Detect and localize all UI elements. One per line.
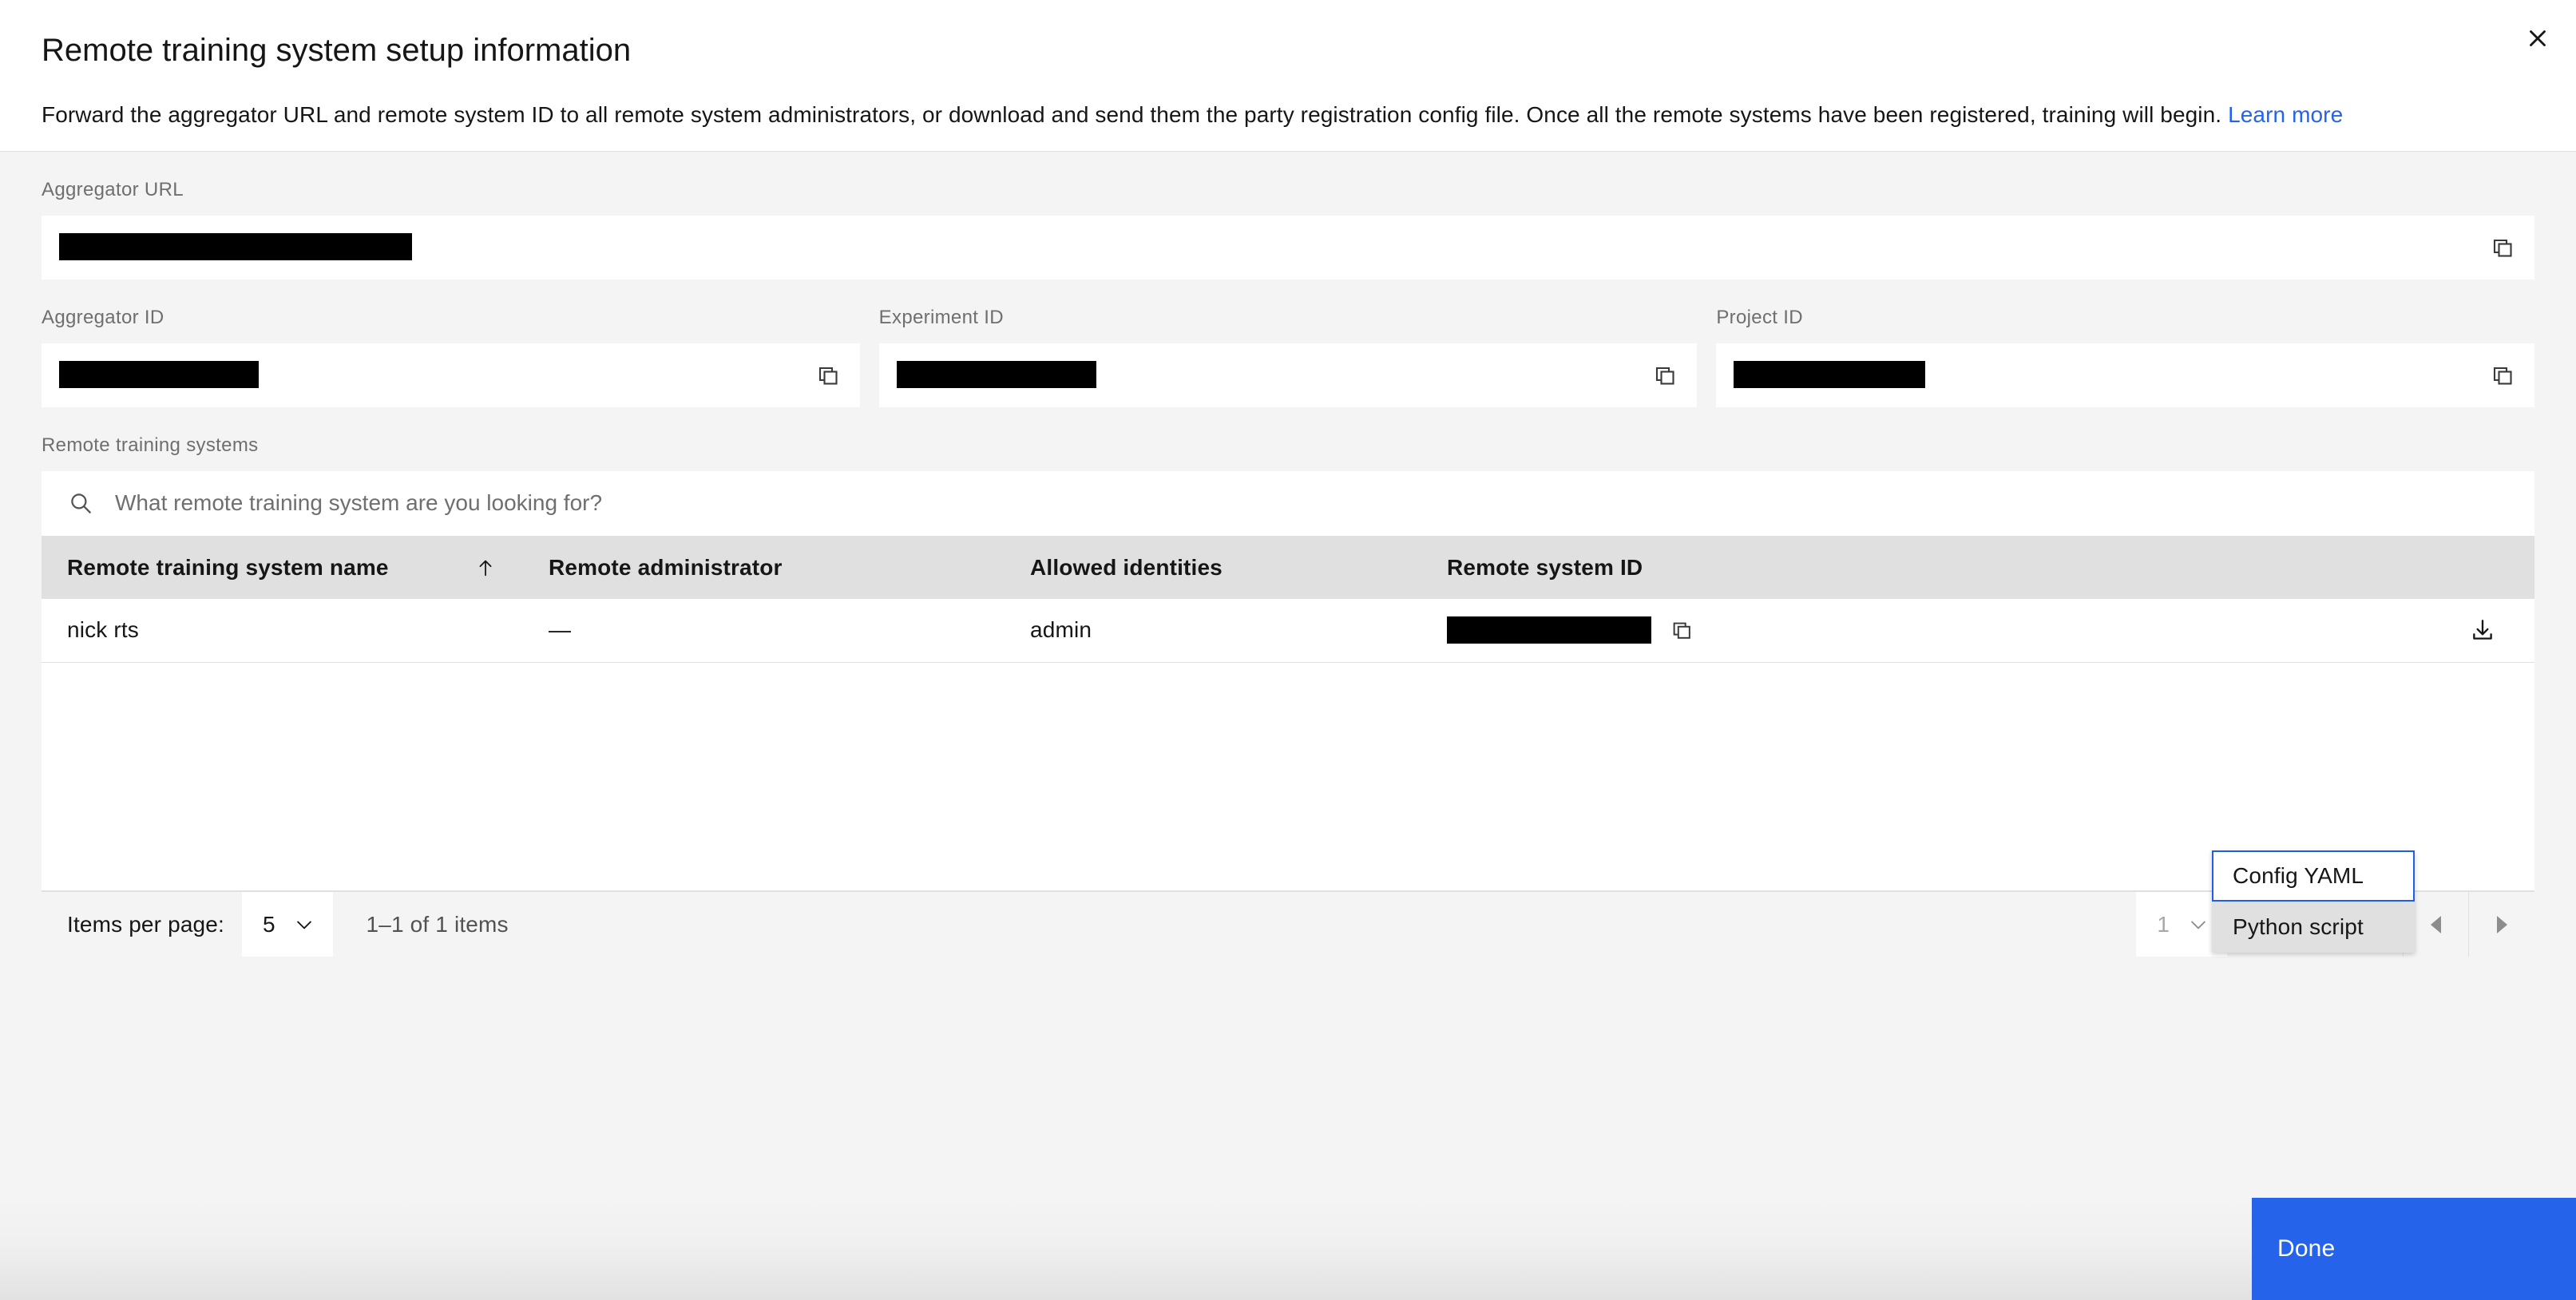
aggregator-id-column: Aggregator ID (42, 279, 860, 407)
pagination-left: Items per page: 5 1–1 of 1 items (42, 892, 509, 957)
column-header-name-label: Remote training system name (67, 554, 389, 580)
done-button[interactable]: Done (2252, 1198, 2576, 1300)
download-icon (2473, 620, 2492, 640)
chevron-down-icon (296, 921, 311, 929)
modal-description: Forward the aggregator URL and remote sy… (0, 99, 2576, 130)
caret-right-icon (2496, 915, 2507, 933)
copy-icon (1656, 367, 1674, 385)
learn-more-link[interactable]: Learn more (2228, 102, 2343, 127)
id-fields-row: Aggregator ID Experiment ID Project ID (42, 279, 2535, 407)
aggregator-id-redacted-value (59, 361, 259, 389)
copy-icon (2493, 367, 2512, 385)
modal-description-text: Forward the aggregator URL and remote sy… (42, 102, 2222, 127)
remote-training-setup-modal: Remote training system setup information… (0, 0, 2576, 1300)
experiment-id-label: Experiment ID (878, 306, 1004, 328)
items-per-page-label: Items per page: (67, 911, 224, 937)
download-button[interactable] (2456, 604, 2509, 657)
search-bar[interactable] (42, 470, 2534, 537)
caret-left-icon (2431, 915, 2441, 933)
arrow-up-icon (479, 560, 492, 576)
cell-administrator: — (523, 598, 1005, 664)
column-header-identities-label: Allowed identities (1030, 554, 1223, 580)
copy-icon (1673, 623, 1690, 640)
items-per-page-select[interactable]: 5 (241, 892, 333, 957)
aggregator-id-field[interactable] (42, 343, 860, 407)
table-empty-area (42, 663, 2534, 892)
search-input[interactable] (115, 470, 2534, 536)
menu-item-config-yaml[interactable]: Config YAML (2212, 850, 2415, 902)
cell-system-id (1421, 598, 2534, 664)
pagination-bar: Items per page: 5 1–1 of 1 items 1 1 of … (42, 891, 2534, 957)
copy-icon (2493, 239, 2512, 257)
items-per-page-value: 5 (262, 911, 275, 937)
project-id-field[interactable] (1716, 343, 2535, 407)
copy-aggregator-id-button[interactable] (796, 343, 860, 407)
table-row[interactable]: nick rts — admin (42, 598, 2534, 664)
items-range-text: 1–1 of 1 items (366, 911, 509, 937)
aggregator-url-label: Aggregator URL (42, 179, 184, 200)
column-header-system-id-label: Remote system ID (1447, 554, 1643, 580)
column-header-administrator-label: Remote administrator (549, 554, 783, 580)
column-header-administrator[interactable]: Remote administrator (523, 536, 1005, 599)
page-title: Remote training system setup information (42, 33, 632, 68)
project-id-column: Project ID (1716, 279, 2535, 407)
column-header-identities[interactable]: Allowed identities (1005, 536, 1421, 599)
aggregator-url-redacted-value (59, 233, 412, 261)
remote-training-systems-label: Remote training systems (42, 434, 259, 456)
cell-name: nick rts (42, 598, 523, 664)
column-header-name[interactable]: Remote training system name (42, 536, 523, 599)
search-icon (71, 493, 91, 514)
copy-project-id-button[interactable] (2471, 343, 2534, 407)
next-page-button[interactable] (2469, 892, 2534, 957)
aggregator-url-field[interactable] (42, 215, 2534, 279)
copy-aggregator-url-button[interactable] (2471, 216, 2534, 279)
close-button[interactable] (2499, 0, 2576, 77)
project-id-label: Project ID (1716, 306, 1803, 328)
copy-icon (818, 367, 838, 385)
remote-training-systems-table: Remote training system name Remote admin… (42, 536, 2534, 892)
page-number-value: 1 (2157, 911, 2170, 937)
aggregator-id-label: Aggregator ID (42, 306, 164, 328)
experiment-id-column: Experiment ID (878, 279, 1698, 407)
experiment-id-field[interactable] (878, 343, 1698, 407)
chevron-down-icon (2191, 921, 2205, 929)
modal-body: Aggregator URL Aggregator ID Experiment … (0, 151, 2576, 1300)
copy-experiment-id-button[interactable] (1633, 343, 1697, 407)
modal-header: Remote training system setup information… (0, 0, 2576, 151)
menu-item-python-script[interactable]: Python script (2212, 902, 2415, 953)
experiment-id-redacted-value (896, 361, 1096, 389)
system-id-redacted-value (1447, 616, 1651, 644)
table-header-row: Remote training system name Remote admin… (42, 536, 2534, 599)
copy-system-id-button[interactable] (1659, 608, 1704, 652)
column-header-system-id[interactable]: Remote system ID (1421, 536, 2534, 599)
project-id-redacted-value (1734, 361, 1926, 389)
download-format-menu: Config YAML Python script (2212, 850, 2415, 953)
close-icon (2530, 30, 2546, 46)
cell-identities: admin (1005, 598, 1421, 664)
